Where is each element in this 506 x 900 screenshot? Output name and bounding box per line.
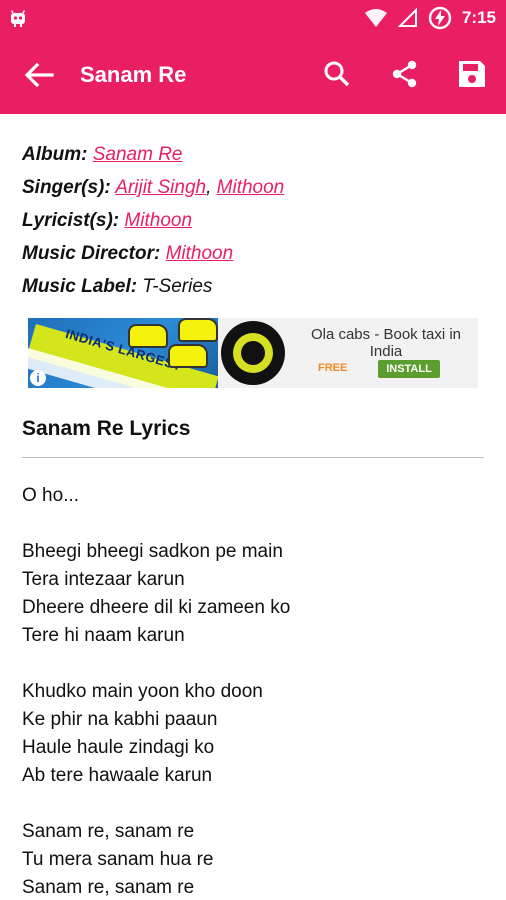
music-label-row: Music Label: T-Series bbox=[22, 270, 484, 303]
singers-row: Singer(s): Arijit Singh, Mithoon bbox=[22, 171, 484, 204]
lyrics-line: Haule haule zindagi ko bbox=[22, 737, 215, 758]
album-row: Album: Sanam Re bbox=[22, 138, 484, 171]
lyrics-line bbox=[22, 650, 484, 678]
share-icon[interactable] bbox=[388, 57, 422, 91]
lyrics-line: Dheere dheere dil ki zameen ko bbox=[22, 597, 291, 618]
music-director-row: Music Director: Mithoon bbox=[22, 237, 484, 270]
lyrics-line: Tu mera sanam hua re bbox=[22, 849, 214, 870]
lyricist-link[interactable]: Mithoon bbox=[124, 210, 192, 231]
app-bar: Sanam Re bbox=[0, 36, 506, 114]
music-director-link[interactable]: Mithoon bbox=[166, 243, 234, 264]
album-label: Album: bbox=[22, 144, 88, 165]
wifi-icon bbox=[364, 9, 387, 27]
lyrics-line: O ho... bbox=[22, 485, 80, 506]
lyricists-row: Lyricist(s): Mithoon bbox=[22, 204, 484, 237]
status-time: 7:15 bbox=[461, 8, 496, 27]
android-debug-icon bbox=[10, 10, 26, 27]
lyrics-line bbox=[22, 790, 484, 818]
singer-separator: , bbox=[206, 177, 212, 198]
divider bbox=[22, 457, 484, 458]
search-icon[interactable] bbox=[320, 57, 354, 91]
lyrics-line: Ke phir na kabhi paaun bbox=[22, 709, 218, 730]
battery-charging-icon bbox=[428, 6, 452, 30]
ad-install-button[interactable]: INSTALL bbox=[378, 360, 440, 378]
page-title: Sanam Re bbox=[80, 62, 187, 87]
singer-link[interactable]: Mithoon bbox=[217, 177, 285, 198]
back-arrow-icon[interactable] bbox=[22, 60, 56, 90]
lyrics-body: O ho... Bheegi bheegi sadkon pe main Ter… bbox=[22, 482, 484, 900]
music-label-label: Music Label: bbox=[22, 276, 138, 297]
lyrics-line bbox=[22, 510, 484, 538]
ad-image: INDIA'S LARGEST bbox=[28, 318, 218, 388]
song-details: Album: Sanam Re Singer(s): Arijit Singh,… bbox=[22, 138, 484, 303]
lyrics-line: Sanam re, sanam re bbox=[22, 877, 195, 898]
lyricists-label: Lyricist(s): bbox=[22, 210, 120, 231]
ad-price: FREE bbox=[318, 362, 348, 374]
lyrics-line: Khudko main yoon kho doon bbox=[22, 681, 263, 702]
ad-banner[interactable]: INDIA'S LARGEST i Ola cabs - Book taxi i… bbox=[28, 318, 478, 388]
lyrics-line: Tere hi naam karun bbox=[22, 625, 185, 646]
ola-logo-icon bbox=[221, 321, 285, 385]
status-bar: 7:15 bbox=[0, 0, 506, 36]
lyrics-line: Bheegi bheegi sadkon pe main bbox=[22, 541, 283, 562]
music-label-value: T-Series bbox=[142, 276, 213, 297]
signal-icon bbox=[397, 8, 417, 27]
ad-info-icon[interactable]: i bbox=[30, 370, 46, 386]
singer-link[interactable]: Arijit Singh bbox=[115, 177, 206, 198]
singers-label: Singer(s): bbox=[22, 177, 111, 198]
album-link[interactable]: Sanam Re bbox=[93, 144, 183, 165]
lyrics-line: Ab tere hawaale karun bbox=[22, 765, 213, 786]
music-director-label: Music Director: bbox=[22, 243, 161, 264]
save-icon[interactable] bbox=[455, 57, 489, 91]
lyrics-heading: Sanam Re Lyrics bbox=[22, 417, 191, 440]
lyrics-line: Tera intezaar karun bbox=[22, 569, 185, 590]
ad-title: Ola cabs - Book taxi in India bbox=[310, 326, 462, 360]
lyrics-line: Sanam re, sanam re bbox=[22, 821, 195, 842]
